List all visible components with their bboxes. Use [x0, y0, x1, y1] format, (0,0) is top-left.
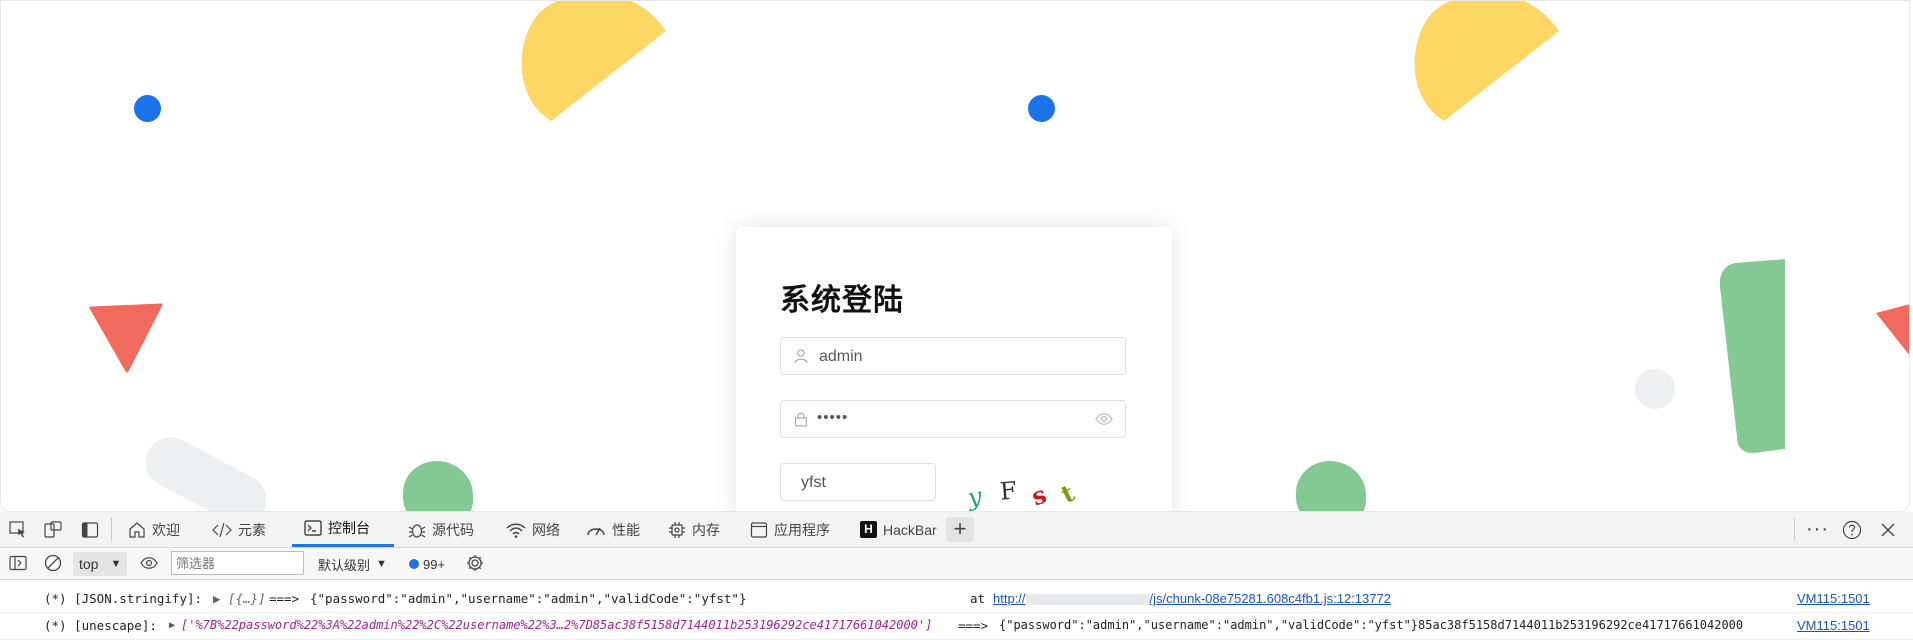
tab-label: 性能 — [612, 521, 640, 538]
array-expander[interactable]: ▶ — [169, 620, 175, 631]
source-link[interactable]: VM115:1501 — [1797, 618, 1870, 633]
console-icon — [304, 520, 322, 536]
device-emulation-icon[interactable] — [44, 521, 62, 539]
gray-circle-decoration — [1635, 369, 1675, 409]
message-value: {"password":"admin","username":"admin","… — [310, 591, 747, 606]
red-triangle-decoration — [89, 303, 163, 373]
eye-icon[interactable] — [1095, 412, 1113, 426]
tab-memory[interactable]: 内存 — [668, 512, 720, 547]
chip-icon — [669, 521, 685, 538]
tab-separator — [111, 518, 112, 541]
object-expander[interactable]: ▶ [{…}] — [213, 591, 266, 606]
console-toolbar: top ▼ 默认级别 ▼ 99+ — [0, 548, 1913, 580]
stack-link-start: http:// — [993, 591, 1026, 606]
captcha-image[interactable]: y F s t — [956, 476, 1086, 512]
live-expression-eye-icon[interactable] — [140, 556, 158, 570]
clear-console-icon[interactable] — [44, 554, 62, 572]
green-blob-decoration — [1296, 461, 1366, 511]
arrow-text: ===> — [958, 618, 989, 633]
console-message: (*) [unescape]: ▶ ['%7B%22password%22%3A… — [0, 613, 1913, 640]
log-level-dropdown[interactable]: 默认级别 ▼ — [318, 552, 387, 576]
green-rounded-rect-decoration — [1719, 259, 1785, 454]
blue-dot-decoration — [1028, 95, 1055, 122]
gauge-icon — [587, 527, 605, 535]
gray-capsule-decoration — [136, 428, 276, 511]
dropdown-arrow-icon: ▼ — [110, 558, 122, 570]
message-bubble-icon — [409, 559, 419, 569]
captcha-char: y — [965, 482, 984, 512]
captcha-char: t — [1056, 478, 1079, 509]
redacted-host — [1025, 594, 1150, 606]
code-icon — [212, 522, 232, 537]
message-prefix: (*) [JSON.stringify]: — [44, 591, 203, 606]
yellow-semicircle-decoration — [1414, 1, 1559, 121]
username-input[interactable] — [817, 344, 1081, 370]
tab-label: 控制台 — [328, 520, 370, 536]
bug-icon — [408, 523, 426, 538]
tab-separator — [1794, 518, 1795, 541]
console-message: (*) [JSON.stringify]: ▶ [{…}] ===> {"pas… — [0, 586, 1913, 613]
message-prefix: (*) [unescape]: — [44, 618, 157, 633]
devtools-tab-bar: 欢迎 元素 控制台 源代码 网络 性能 内存 应用程序 H HackBar + … — [0, 512, 1913, 548]
issues-count: 99+ — [423, 556, 446, 572]
captcha-field[interactable] — [780, 463, 936, 501]
tab-label: 元素 — [238, 521, 266, 538]
stack-link-end: /js/chunk-08e75281.608c4fb1.js:12:13772 — [1149, 591, 1391, 606]
password-input[interactable]: ••••• — [817, 409, 848, 426]
arrow-text: ===> — [269, 591, 300, 606]
stack-link[interactable]: http:// /js/chunk-08e75281.608c4fb1.js:12… — [993, 591, 1391, 606]
captcha-char: s — [1027, 479, 1051, 512]
captcha-input[interactable] — [799, 470, 923, 496]
tab-label: 内存 — [692, 521, 720, 538]
green-blob-decoration — [403, 461, 473, 511]
add-tab-button[interactable]: + — [946, 517, 974, 542]
tab-hackbar[interactable]: H HackBar — [860, 512, 937, 547]
tab-performance[interactable]: 性能 — [586, 512, 640, 547]
array-value: ['%7B%22password%22%3A%22admin%22%2C%22u… — [181, 618, 933, 632]
tab-label: 源代码 — [432, 521, 474, 538]
username-field[interactable] — [780, 337, 1126, 375]
captcha-char: F — [998, 476, 1018, 506]
tab-network[interactable]: 网络 — [506, 512, 560, 547]
login-card: 系统登陆 ••••• y F s t — [736, 227, 1172, 512]
sidebar-toggle-icon[interactable] — [9, 555, 27, 571]
context-value: top — [79, 556, 99, 572]
log-level-label: 默认级别 — [318, 557, 371, 573]
password-field[interactable]: ••••• — [780, 400, 1126, 438]
home-icon — [129, 521, 145, 538]
lock-icon — [794, 412, 808, 427]
tab-elements[interactable]: 元素 — [212, 512, 266, 547]
tab-label: 应用程序 — [774, 521, 830, 538]
tab-label: HackBar — [883, 521, 937, 538]
close-icon[interactable] — [1880, 522, 1896, 538]
dock-sidebar-icon[interactable] — [81, 521, 99, 539]
tab-welcome[interactable]: 欢迎 — [128, 512, 180, 547]
help-icon[interactable] — [1842, 520, 1862, 540]
tab-label: 欢迎 — [152, 521, 180, 538]
console-settings-gear-icon[interactable] — [466, 554, 484, 572]
yellow-semicircle-decoration — [521, 1, 666, 121]
tab-label: 网络 — [532, 521, 560, 538]
issues-counter[interactable]: 99+ — [409, 552, 445, 576]
blue-dot-decoration — [134, 95, 161, 122]
web-page-viewport: 系统登陆 ••••• y F s t — [0, 0, 1910, 512]
console-filter-input[interactable] — [171, 551, 304, 575]
wifi-icon — [506, 523, 526, 538]
inspect-element-icon[interactable] — [9, 521, 27, 539]
red-triangle-decoration — [1876, 304, 1909, 355]
more-options-icon[interactable]: ··· — [1806, 518, 1829, 541]
login-title: 系统登陆 — [780, 284, 904, 317]
stack-at-label: at — [970, 591, 986, 606]
tab-sources[interactable]: 源代码 — [408, 512, 474, 547]
message-value: {"password":"admin","username":"admin","… — [999, 618, 1744, 632]
tab-console[interactable]: 控制台 — [292, 512, 394, 547]
hackbar-icon: H — [860, 521, 877, 538]
source-link[interactable]: VM115:1501 — [1797, 591, 1870, 606]
tab-application[interactable]: 应用程序 — [750, 512, 830, 547]
dropdown-arrow-icon: ▼ — [376, 558, 387, 570]
app-icon — [750, 521, 768, 538]
context-selector[interactable]: top ▼ — [73, 552, 128, 576]
user-icon — [794, 349, 808, 364]
